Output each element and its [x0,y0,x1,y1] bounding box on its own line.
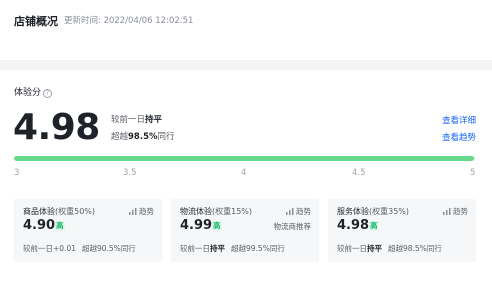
scale-tick-3-5: 3.5 [123,168,137,178]
trend-chart-icon [286,208,294,215]
card-trend-button[interactable]: 趋势 [443,206,468,217]
page-header: 店铺概况 更新时间: 2022/04/06 12:02:51 [0,0,492,60]
scale-tick-4: 4 [241,168,247,178]
peer-compare-value: 98.5% [128,132,158,142]
card-trend-button[interactable]: 趋势 [129,206,154,217]
card-foot-exceed-value: 90.5% [96,244,121,253]
card-foot-prefix: 较前一日 [180,244,210,253]
day-compare-prefix: 较前一日 [111,115,146,125]
card-footer: 较前一日持平 超越99.5%同行 [180,243,285,254]
card-trend-label: 趋势 [296,207,311,216]
score-section-label: 体验分? [14,85,53,98]
card-title-text: 服务体验 [337,207,369,216]
view-trend-link[interactable]: 查看趋势 [442,131,476,143]
card-trend-label: 趋势 [139,207,154,216]
card-score: 4.98 [337,218,370,233]
card-weight: (权重50%) [55,207,96,216]
level-badge: 高 [212,221,222,231]
card-weight: (权重35%) [369,207,410,216]
card-foot-prefix: 较前一日 [337,244,367,253]
card-foot-prefix: 较前一日 [23,244,53,253]
card-foot-change: +0.01 [53,244,76,253]
card-title-text: 物流体验 [180,207,212,216]
card-foot-exceed-suffix: 同行 [269,244,285,253]
card-foot-exceed-suffix: 同行 [426,244,442,253]
card-foot-exceed-prefix: 超越 [388,244,403,253]
view-detail-link[interactable]: 查看详细 [442,114,476,126]
scale-tick-3: 3 [14,168,20,178]
card-title-text: 商品体验 [23,207,55,216]
card-title: 商品体验(权重50%) [23,206,95,217]
score-progress-fill [14,156,475,161]
scale-tick-4-5: 4.5 [352,168,366,178]
card-score: 4.99 [180,218,213,233]
service-experience-card: 服务体验(权重35%) 趋势 4.98 高 较前一日持平 超越98.5%同行 [328,199,476,262]
product-experience-card: 商品体验(权重50%) 趋势 4.90 高 较前一日+0.01 超越90.5%同行 [14,199,162,262]
logistics-recommend-link[interactable]: 物流商推荐 [274,221,312,232]
card-foot-exceed-value: 98.5% [403,244,427,253]
level-badge: 高 [369,221,379,231]
card-foot-change: 持平 [210,244,225,253]
peer-compare-suffix: 同行 [157,132,175,142]
card-title: 物流体验(权重15%) [180,206,252,217]
trend-chart-icon [443,208,451,215]
card-score: 4.90 [23,218,56,233]
card-title: 服务体验(权重35%) [337,206,409,217]
card-trend-label: 趋势 [453,207,468,216]
experience-score-panel: 体验分? 4.98 较前一日持平 超越98.5%同行 查看详细 查看趋势 3 3… [0,70,492,292]
logistics-experience-card: 物流体验(权重15%) 趋势 4.99 高 物流商推荐 较前一日持平 超越99.5… [171,199,319,262]
help-icon[interactable]: ? [43,89,53,98]
card-footer: 较前一日+0.01 超越90.5%同行 [23,243,136,254]
score-progress-track [14,156,476,161]
card-foot-exceed-value: 99.5% [246,244,270,253]
scale-tick-5: 5 [470,168,476,178]
score-label-text: 体验分 [14,88,42,98]
card-foot-exceed-prefix: 超越 [231,244,246,253]
peer-compare: 超越98.5%同行 [111,130,175,142]
card-weight: (权重15%) [212,207,253,216]
card-foot-exceed-prefix: 超越 [81,244,97,253]
day-compare: 较前一日持平 [111,113,162,125]
day-compare-value: 持平 [145,115,163,125]
card-trend-button[interactable]: 趋势 [286,206,311,217]
trend-chart-icon [129,208,137,215]
peer-compare-prefix: 超越 [111,132,129,142]
card-foot-change: 持平 [367,244,382,253]
card-foot-exceed-suffix: 同行 [120,244,136,253]
page-title: 店铺概况 [14,15,58,28]
update-time: 更新时间: 2022/04/06 12:02:51 [64,16,194,26]
card-footer: 较前一日持平 超越98.5%同行 [337,243,442,254]
overall-score: 4.98 [13,107,100,148]
level-badge: 高 [55,221,65,231]
